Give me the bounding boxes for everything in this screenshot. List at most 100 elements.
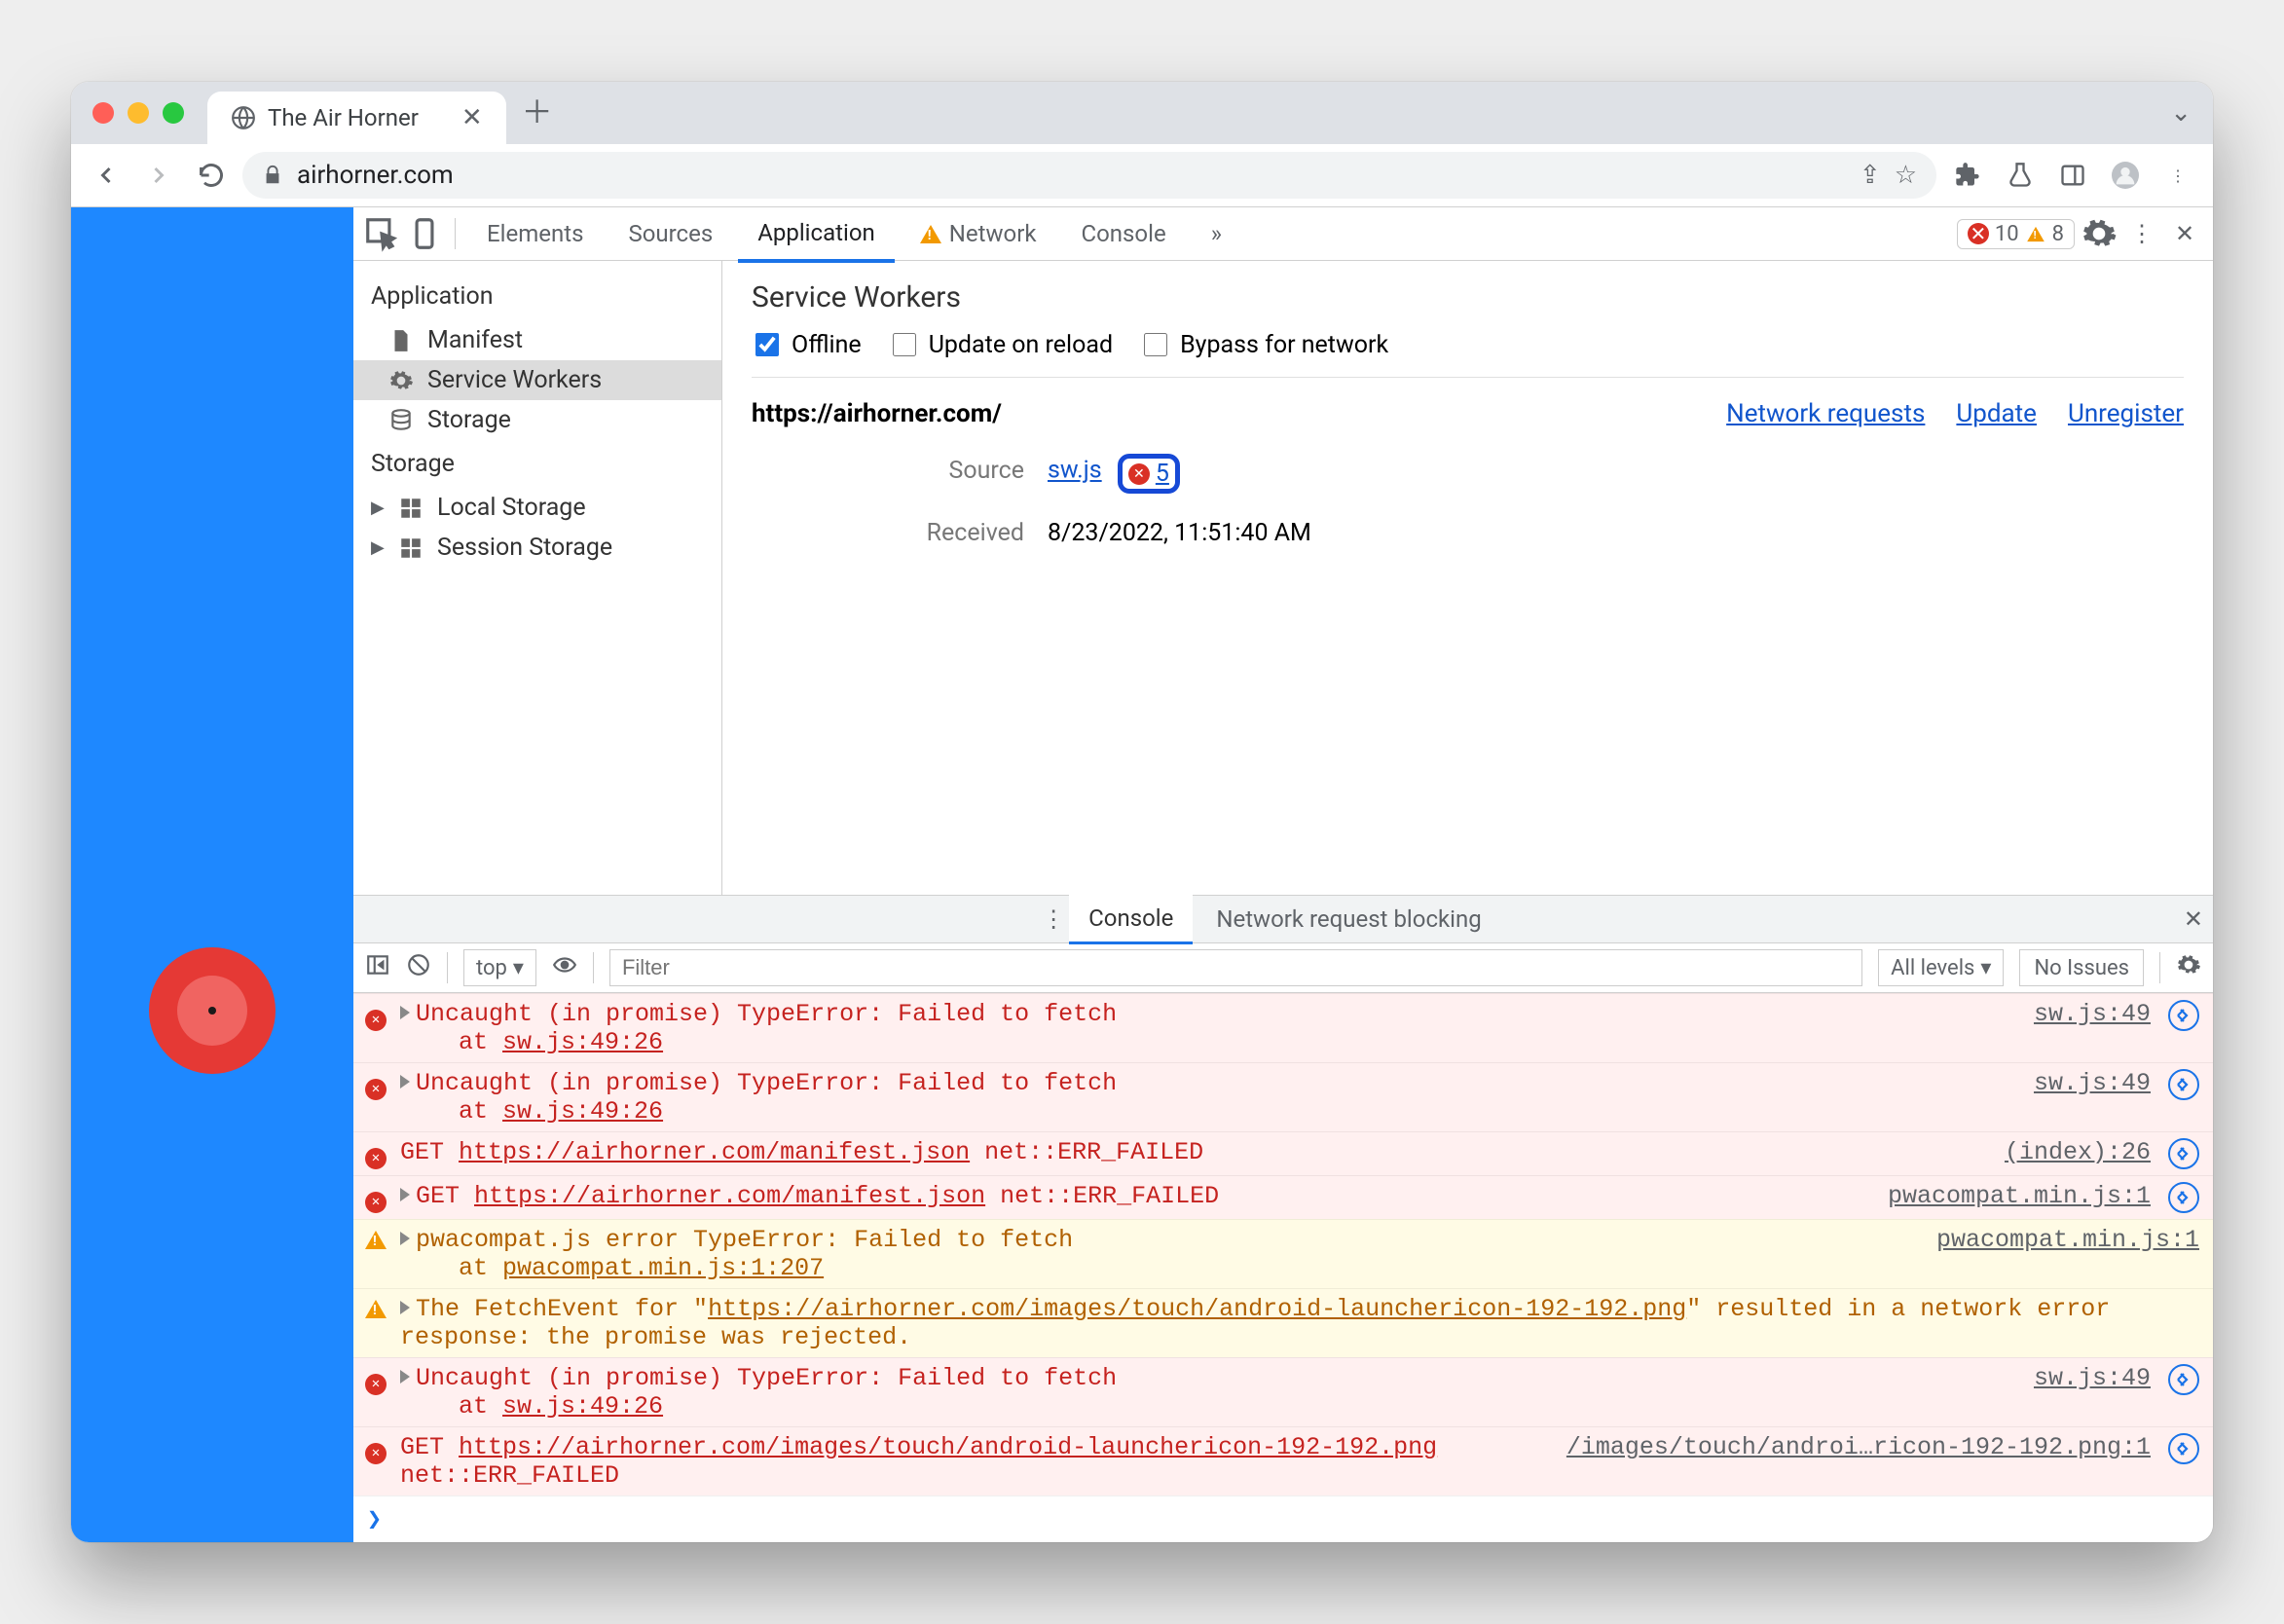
sidebar-item-manifest[interactable]: Manifest (353, 320, 721, 360)
error-icon: ✕ (1128, 463, 1150, 485)
offline-checkbox[interactable]: Offline (752, 330, 862, 359)
drawer-tab-console[interactable]: Console (1069, 895, 1193, 944)
console-message[interactable]: pwacompat.js error TypeError: Failed to … (353, 1219, 2213, 1288)
console-message[interactable]: ✕GET https://airhorner.com/images/touch/… (353, 1426, 2213, 1495)
tabs-overflow-icon[interactable]: » (1192, 207, 1241, 260)
back-button[interactable] (85, 154, 128, 197)
source-file-link[interactable]: sw.js (1048, 457, 1102, 485)
error-icon: ✕ (365, 1003, 390, 1031)
source-link[interactable]: sw.js:49 (2034, 1000, 2151, 1028)
kebab-icon[interactable]: ⋮ (2123, 215, 2160, 252)
issues-badge[interactable]: ✕10 8 (1957, 219, 2075, 249)
navigate-icon[interactable] (2168, 1182, 2199, 1213)
source-link[interactable]: pwacompat.min.js:1 (1888, 1182, 2151, 1210)
error-icon: ✕ (1968, 223, 1989, 244)
network-requests-link[interactable]: Network requests (1726, 399, 1925, 428)
console-message[interactable]: ✕GET https://airhorner.com/manifest.json… (353, 1131, 2213, 1175)
close-tab-icon[interactable]: ✕ (461, 103, 483, 132)
bypass-network-checkbox[interactable]: Bypass for network (1140, 330, 1388, 359)
console-message[interactable]: ✕GET https://airhorner.com/manifest.json… (353, 1175, 2213, 1219)
source-label: Source (752, 457, 1024, 485)
navigate-icon[interactable] (2168, 1433, 2199, 1464)
device-toggle-icon[interactable] (406, 215, 443, 252)
source-link[interactable]: (index):26 (2005, 1138, 2151, 1166)
devtools-panel: Elements Sources Application Network Con… (353, 207, 2213, 1542)
sidepanel-icon[interactable] (2051, 154, 2094, 197)
console-prompt[interactable]: ❯ (353, 1495, 2213, 1542)
error-icon: ✕ (365, 1185, 390, 1213)
console-message[interactable]: ✕Uncaught (in promise) TypeError: Failed… (353, 1357, 2213, 1426)
sidebar-item-storage[interactable]: Storage (353, 400, 721, 440)
settings-icon[interactable] (2081, 215, 2118, 252)
lock-icon (262, 165, 283, 186)
navigate-icon[interactable] (2168, 1364, 2199, 1395)
sw-error-count[interactable]: ✕ 5 (1118, 454, 1180, 494)
sidebar-item-service-workers[interactable]: Service Workers (353, 360, 721, 400)
devtools-tabs: Elements Sources Application Network Con… (353, 207, 2213, 261)
extensions-icon[interactable] (1946, 154, 1989, 197)
tab-application[interactable]: Application (738, 206, 895, 263)
close-window-button[interactable] (92, 102, 114, 124)
source-link[interactable]: pwacompat.min.js:1 (1936, 1226, 2199, 1254)
console-message[interactable]: ✕Uncaught (in promise) TypeError: Failed… (353, 993, 2213, 1062)
window-controls (92, 82, 184, 144)
sw-options: Offline Update on reload Bypass for netw… (752, 330, 2184, 359)
levels-selector[interactable]: All levels ▾ (1878, 949, 2004, 986)
live-expression-icon[interactable] (552, 952, 577, 983)
tab-network[interactable]: Network (901, 207, 1056, 260)
drawer-tab-network-blocking[interactable]: Network request blocking (1197, 896, 1500, 942)
reload-button[interactable] (190, 154, 233, 197)
source-link[interactable]: sw.js:49 (2034, 1069, 2151, 1097)
console-settings-icon[interactable] (2176, 952, 2201, 983)
database-icon (388, 408, 414, 433)
sidebar-item-session-storage[interactable]: ▶Session Storage (353, 528, 721, 568)
navigate-icon[interactable] (2168, 1069, 2199, 1100)
close-drawer-icon[interactable]: ✕ (2184, 905, 2203, 933)
update-link[interactable]: Update (1956, 399, 2037, 428)
airhorn-button[interactable] (149, 947, 276, 1074)
tab-sources[interactable]: Sources (608, 207, 732, 260)
console-message[interactable]: The FetchEvent for "https://airhorner.co… (353, 1288, 2213, 1357)
context-selector[interactable]: top ▾ (463, 949, 536, 986)
drawer-kebab-icon[interactable]: ⋮ (1042, 905, 1065, 933)
clear-console-icon[interactable] (406, 952, 431, 983)
tab-title: The Air Horner (268, 104, 419, 131)
forward-button[interactable] (137, 154, 180, 197)
console-drawer: ⋮ Console Network request blocking ✕ top… (353, 895, 2213, 1542)
received-label: Received (752, 519, 1024, 547)
sidebar-toggle-icon[interactable] (365, 952, 390, 983)
browser-toolbar: airhorner.com ⇪ ☆ ⋮ (71, 144, 2213, 207)
close-devtools-icon[interactable]: ✕ (2166, 215, 2203, 252)
address-bar[interactable]: airhorner.com ⇪ ☆ (242, 152, 1936, 199)
gear-icon (388, 368, 414, 393)
minimize-window-button[interactable] (128, 102, 149, 124)
sidebar-section-storage: Storage (371, 450, 704, 478)
filter-input[interactable] (609, 949, 1862, 986)
labs-icon[interactable] (1999, 154, 2042, 197)
menu-icon[interactable]: ⋮ (2156, 154, 2199, 197)
issues-button[interactable]: No Issues (2019, 949, 2144, 986)
inspect-icon[interactable] (363, 215, 400, 252)
maximize-window-button[interactable] (163, 102, 184, 124)
navigate-icon[interactable] (2168, 1138, 2199, 1169)
sidebar-item-local-storage[interactable]: ▶Local Storage (353, 488, 721, 528)
source-link[interactable]: /images/touch/androi…ricon-192-192.png:1 (1566, 1433, 2151, 1461)
profile-icon[interactable] (2104, 154, 2147, 197)
warning-icon (920, 225, 941, 243)
address-text: airhorner.com (297, 161, 454, 190)
tab-console[interactable]: Console (1061, 207, 1185, 260)
warning-icon (365, 1229, 390, 1257)
warning-icon (2027, 226, 2045, 240)
share-icon[interactable]: ⇪ (1860, 161, 1881, 190)
browser-tab[interactable]: The Air Horner ✕ (207, 92, 506, 144)
unregister-link[interactable]: Unregister (2068, 399, 2184, 428)
new-tab-button[interactable]: ＋ (522, 88, 553, 132)
source-link[interactable]: sw.js:49 (2034, 1364, 2151, 1392)
console-message[interactable]: ✕Uncaught (in promise) TypeError: Failed… (353, 1062, 2213, 1131)
bookmark-icon[interactable]: ☆ (1895, 161, 1917, 190)
tab-elements[interactable]: Elements (467, 207, 603, 260)
navigate-icon[interactable] (2168, 1000, 2199, 1031)
error-icon: ✕ (365, 1436, 390, 1464)
update-on-reload-checkbox[interactable]: Update on reload (889, 330, 1113, 359)
tab-overflow-icon[interactable]: ⌄ (2170, 98, 2192, 128)
